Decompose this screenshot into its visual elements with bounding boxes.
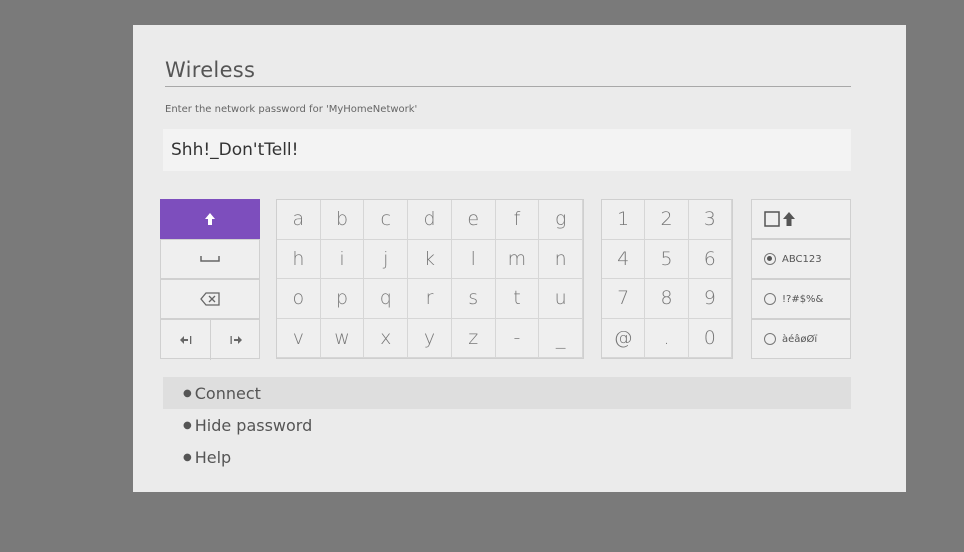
key-1[interactable]: 1 (602, 200, 646, 240)
key-at[interactable]: @ (602, 318, 646, 358)
key-c[interactable]: c (364, 200, 409, 240)
key-x[interactable]: x (364, 318, 409, 358)
key-z[interactable]: z (451, 318, 496, 358)
key-j[interactable]: j (364, 239, 409, 279)
key-8[interactable]: 8 (645, 279, 689, 319)
cursor-right-icon (230, 336, 242, 344)
letter-keyboard: a b c d e f g h i j k l m n o p q r s t … (276, 199, 584, 359)
bullet-icon: ● (183, 419, 192, 431)
space-bar-icon (200, 256, 220, 262)
bullet-icon: ● (183, 387, 192, 399)
key-l[interactable]: l (451, 239, 496, 279)
title-divider (165, 86, 851, 87)
menu-label: Hide password (194, 415, 313, 435)
page-title: Wireless (165, 58, 256, 82)
key-underscore[interactable]: _ (539, 318, 583, 358)
key-h[interactable]: h (277, 239, 321, 279)
bullet-icon: ● (183, 451, 192, 463)
key-w[interactable]: w (320, 318, 365, 358)
key-9[interactable]: 9 (688, 279, 732, 319)
menu-label: Help (194, 447, 232, 467)
hide-password-button[interactable]: ● Hide password (163, 409, 851, 441)
mode-label: !?#$%& (782, 293, 824, 305)
backspace-key[interactable] (160, 279, 260, 319)
radio-unselected-icon (764, 293, 776, 305)
key-5[interactable]: 5 (645, 239, 689, 279)
password-field[interactable]: Shh!_Don'tTell! (163, 129, 851, 171)
wireless-dialog: Wireless Enter the network password for … (133, 25, 906, 492)
key-7[interactable]: 7 (602, 279, 646, 319)
space-key[interactable] (160, 239, 260, 279)
key-hyphen[interactable]: - (495, 318, 540, 358)
radio-selected-icon (764, 253, 776, 265)
caps-lock-key[interactable] (751, 199, 851, 239)
cursor-keys (160, 319, 261, 360)
key-b[interactable]: b (320, 200, 365, 240)
key-p[interactable]: p (320, 279, 365, 319)
key-f[interactable]: f (495, 200, 540, 240)
key-s[interactable]: s (451, 279, 496, 319)
cursor-left-key[interactable] (161, 320, 211, 360)
key-r[interactable]: r (408, 279, 452, 319)
password-prompt: Enter the network password for 'MyHomeNe… (165, 104, 418, 115)
key-e[interactable]: e (451, 200, 496, 240)
key-g[interactable]: g (539, 200, 583, 240)
action-menu: ● Connect ● Hide password ● Help (163, 377, 851, 473)
cursor-right-key[interactable] (211, 320, 261, 360)
mode-abc123[interactable]: ABC123 (751, 239, 851, 279)
shift-arrow-icon (205, 213, 215, 225)
key-3[interactable]: 3 (688, 200, 732, 240)
menu-label: Connect (194, 383, 261, 403)
mode-label: àéâøØï (782, 333, 818, 345)
key-i[interactable]: i (320, 239, 365, 279)
key-y[interactable]: y (408, 318, 452, 358)
key-o[interactable]: o (277, 279, 321, 319)
backspace-icon (200, 292, 220, 306)
key-4[interactable]: 4 (602, 239, 646, 279)
key-k[interactable]: k (408, 239, 452, 279)
key-2[interactable]: 2 (645, 200, 689, 240)
key-m[interactable]: m (495, 239, 540, 279)
password-value: Shh!_Don'tTell! (171, 140, 299, 160)
key-q[interactable]: q (364, 279, 409, 319)
mode-symbols[interactable]: !?#$%& (751, 279, 851, 319)
key-a[interactable]: a (277, 200, 321, 240)
key-6[interactable]: 6 (688, 239, 732, 279)
key-v[interactable]: v (277, 318, 321, 358)
key-u[interactable]: u (539, 279, 583, 319)
key-t[interactable]: t (495, 279, 540, 319)
caps-lock-icon (764, 211, 795, 227)
help-button[interactable]: ● Help (163, 441, 851, 473)
function-keys (160, 199, 261, 360)
key-0[interactable]: 0 (688, 318, 732, 358)
shift-key[interactable] (160, 199, 260, 239)
key-period[interactable]: . (645, 318, 689, 358)
key-n[interactable]: n (539, 239, 583, 279)
mode-label: ABC123 (782, 253, 822, 265)
digit-keyboard: 1 2 3 4 5 6 7 8 9 @ . 0 (601, 199, 733, 359)
mode-accented[interactable]: àéâøØï (751, 319, 851, 359)
connect-button[interactable]: ● Connect (163, 377, 851, 409)
cursor-left-icon (179, 336, 191, 344)
radio-unselected-icon (764, 333, 776, 345)
mode-keys: ABC123 !?#$%& àéâøØï (751, 199, 851, 359)
key-d[interactable]: d (408, 200, 452, 240)
